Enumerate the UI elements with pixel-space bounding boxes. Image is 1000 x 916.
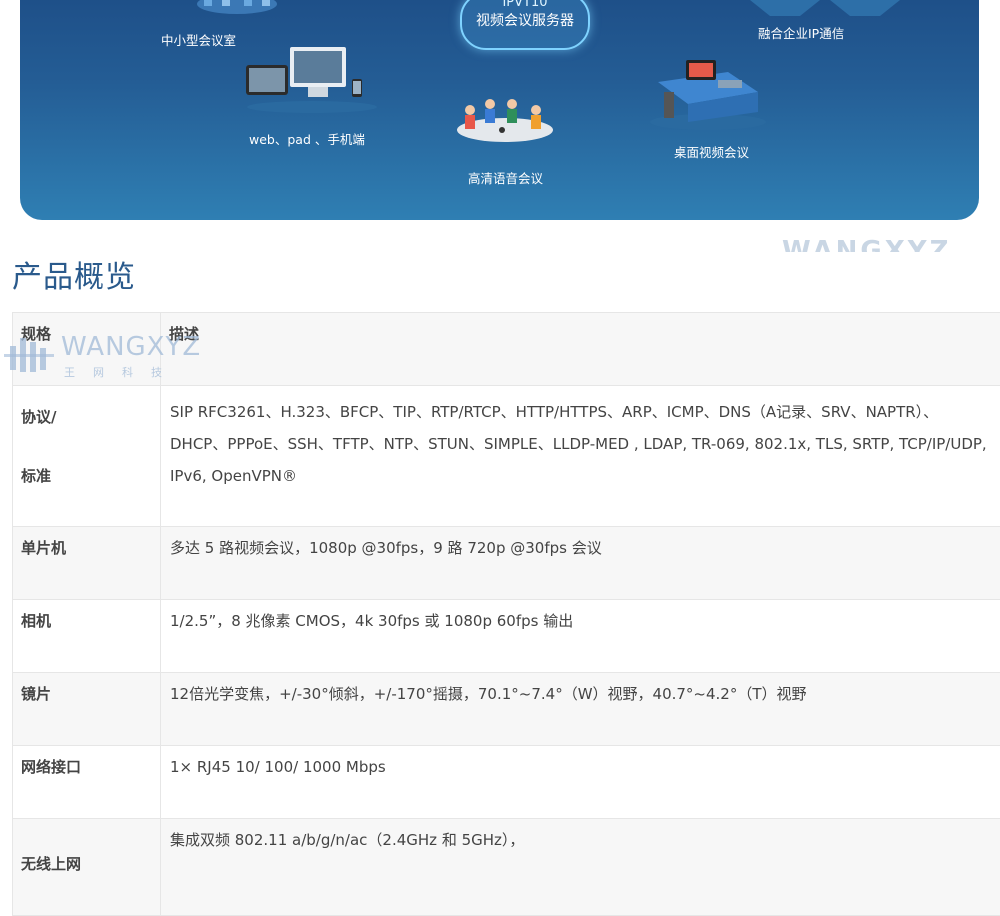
hd-voice-meeting-illustration: [450, 90, 560, 150]
row-value: 1/2.5”，8 兆像素 CMOS，4k 30fps 或 1080p 60fps…: [161, 600, 1000, 673]
row-value: 多达 5 路视频会议，1080p @30fps，9 路 720p @30fps …: [161, 527, 1000, 600]
section-title: 产品概览: [12, 252, 136, 296]
server-name: 视频会议服务器: [462, 10, 588, 30]
key-line: 标准: [21, 465, 160, 486]
table-row: 网络接口 1× RJ45 10/ 100/ 1000 Mbps: [13, 746, 1000, 819]
header-desc: 描述: [161, 313, 1000, 386]
spec-table: 规格 描述 协议/ 标准 SIP RFC3261、H.323、BFCP、TIP、…: [12, 312, 1000, 916]
label-small-room: 中小型会议室: [161, 30, 236, 49]
watermark-top: WANGXYZ: [782, 236, 972, 252]
value-line: SIP RFC3261、H.323、BFCP、TIP、RTP/RTCP、HTTP…: [170, 396, 1000, 428]
desktop-video-illustration: [648, 52, 768, 132]
row-key: 镜片: [13, 673, 161, 746]
row-key-protocol: 协议/ 标准: [13, 386, 161, 527]
table-row: 协议/ 标准 SIP RFC3261、H.323、BFCP、TIP、RTP/RT…: [13, 386, 1000, 527]
row-value: 1× RJ45 10/ 100/ 1000 Mbps: [161, 746, 1000, 819]
row-key: 相机: [13, 600, 161, 673]
row-key: 单片机: [13, 527, 161, 600]
video-server-cloud: IPVT10 视频会议服务器: [460, 0, 590, 50]
row-value: 12倍光学变焦，+/-30°倾斜，+/-170°摇摄，70.1°~7.4°（W）…: [161, 673, 1000, 746]
label-fusion: 融合企业IP通信: [758, 23, 844, 42]
row-key: 无线上网: [13, 819, 161, 916]
table-row: 相机 1/2.5”，8 兆像素 CMOS，4k 30fps 或 1080p 60…: [13, 600, 1000, 673]
label-hd-voice: 高清语音会议: [468, 168, 543, 187]
server-model: IPVT10: [462, 0, 588, 10]
row-value-protocol: SIP RFC3261、H.323、BFCP、TIP、RTP/RTCP、HTTP…: [161, 386, 1000, 527]
devices-illustration: [242, 45, 382, 115]
key-line: 协议/: [21, 406, 160, 427]
table-row: 镜片 12倍光学变焦，+/-30°倾斜，+/-170°摇摄，70.1°~7.4°…: [13, 673, 1000, 746]
watermark: WANGXYZ 王网科技: [4, 330, 204, 380]
hero-banner: 中小型会议室 IPVT10 视频会议服务器 融合企业IP通信 web、pad 、…: [20, 0, 979, 220]
value-line: IPv6, OpenVPN®: [170, 460, 1000, 492]
small-meeting-room-illustration: [192, 0, 282, 18]
watermark-subtext: 王网科技: [64, 364, 180, 380]
label-desktop-video: 桌面视频会议: [674, 142, 749, 161]
table-row: 单片机 多达 5 路视频会议，1080p @30fps，9 路 720p @30…: [13, 527, 1000, 600]
table-row: 无线上网 集成双频 802.11 a/b/g/n/ac（2.4GHz 和 5GH…: [13, 819, 1000, 916]
row-value: 集成双频 802.11 a/b/g/n/ac（2.4GHz 和 5GHz），: [161, 819, 1000, 916]
watermark-logo-icon: [4, 334, 54, 376]
label-web-pad-phone: web、pad 、手机端: [249, 129, 365, 148]
row-key: 网络接口: [13, 746, 161, 819]
fusion-cubes-illustration: [740, 0, 910, 20]
value-line: DHCP、PPPoE、SSH、TFTP、NTP、STUN、SIMPLE、LLDP…: [170, 428, 1000, 460]
watermark-text: WANGXYZ: [61, 332, 201, 362]
watermark-top-text: WANGXYZ: [782, 236, 951, 252]
